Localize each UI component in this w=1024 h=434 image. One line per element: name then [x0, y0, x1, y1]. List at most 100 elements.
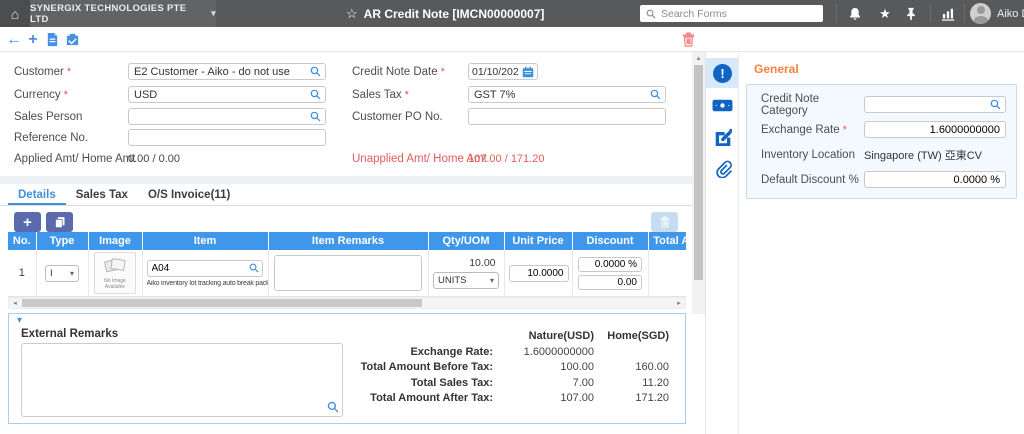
search-icon[interactable] [990, 99, 1001, 110]
sales-person-field[interactable] [129, 109, 310, 124]
vertical-scrollbar[interactable]: ▴ [692, 52, 705, 314]
search-icon[interactable] [249, 263, 259, 273]
favorite-star-icon[interactable]: ☆ [346, 6, 358, 22]
item-code-input[interactable] [146, 259, 263, 277]
star-icon: ★ [879, 5, 891, 21]
topbar-divider [930, 4, 931, 23]
inventory-location-row: Inventory Location Singapore (TW) 亞東CV [757, 146, 1006, 163]
totals-table: Nature(USD) Home(SGD) Exchange Rate: 1.6… [361, 330, 669, 404]
copy-icon [54, 216, 66, 228]
sales-tax-field[interactable] [469, 87, 650, 102]
table-row: 1 I ▾ No Image Available A04 Aiko invent… [8, 250, 686, 297]
scrollbar-thumb[interactable] [22, 299, 422, 307]
search-icon[interactable] [310, 66, 321, 77]
notifications-button[interactable] [842, 0, 868, 27]
total-sales-tax-label: Total Sales Tax: [410, 376, 493, 389]
user-name[interactable]: Aiko Da [997, 0, 1024, 27]
customer-po-input[interactable] [468, 108, 666, 125]
exchange-rate-row: Exchange Rate [757, 121, 1006, 138]
tab-details[interactable]: Details [8, 186, 66, 205]
strip-remarks-button[interactable] [706, 122, 739, 152]
unapplied-amt-value: 107.00 / 171.20 [468, 153, 545, 165]
scroll-right-arrow[interactable]: ▸ [673, 298, 685, 308]
nature-column-header: Nature(USD) [528, 330, 594, 342]
totals-spacer [361, 330, 499, 342]
search-forms-input[interactable]: Search Forms [640, 5, 823, 22]
save-button[interactable] [62, 30, 82, 49]
table-header-row: No. Type Image Item Item Remarks Qty/UOM… [8, 232, 686, 250]
scrollbar-thumb[interactable] [694, 65, 703, 280]
total-before-tax-label: Total Amount Before Tax: [360, 361, 493, 373]
customer-input[interactable] [128, 63, 326, 80]
currency-input[interactable] [128, 86, 326, 103]
credit-note-category-input[interactable] [864, 96, 1006, 113]
topbar-divider [964, 4, 965, 23]
external-remarks-textarea[interactable] [21, 343, 343, 417]
export-pdf-button[interactable] [42, 30, 62, 49]
reference-no-field[interactable] [129, 130, 325, 145]
tab-sales-tax[interactable]: Sales Tax [66, 186, 138, 205]
sales-person-input[interactable] [128, 108, 326, 125]
home-button[interactable]: ⌂ [0, 0, 30, 27]
scroll-left-arrow[interactable]: ◂ [9, 298, 21, 308]
tab-os-invoice[interactable]: O/S Invoice(11) [138, 186, 240, 205]
strip-attachments-button[interactable] [706, 154, 739, 184]
default-discount-input[interactable] [864, 171, 1006, 188]
exchange-rate-input[interactable] [864, 121, 1006, 138]
credit-note-date-label: Credit Note Date [352, 66, 445, 78]
pinned-button[interactable] [898, 0, 924, 27]
calendar-icon[interactable] [522, 66, 534, 78]
page-title: AR Credit Note [IMCN00000007] [363, 6, 545, 21]
line-items-table: No. Type Image Item Item Remarks Qty/UOM… [8, 232, 686, 297]
discount-pct-input[interactable] [578, 256, 642, 272]
exchange-rate-nature: 1.6000000000 [523, 345, 594, 358]
unit-price-input[interactable] [508, 264, 569, 282]
sales-tax-input[interactable] [468, 86, 666, 103]
delete-record-button[interactable] [678, 30, 698, 49]
bell-icon [848, 7, 862, 21]
exchange-rate-field[interactable] [865, 123, 1005, 136]
app-window: ⌂ SYNERGIX TECHNOLOGIES PTE LTD ▾ ☆ AR C… [0, 0, 1024, 434]
line-type-value: I [50, 267, 53, 279]
search-icon[interactable] [650, 89, 661, 100]
copy-line-button[interactable] [46, 212, 73, 232]
reference-no-input[interactable] [128, 129, 326, 146]
item-remarks-textarea[interactable] [274, 255, 422, 291]
customer-po-field[interactable] [469, 109, 665, 124]
currency-field[interactable] [129, 87, 310, 102]
reference-no-label: Reference No. [14, 132, 89, 144]
new-record-button[interactable]: + [23, 30, 43, 49]
table-horizontal-scrollbar[interactable]: ◂ ▸ [8, 297, 686, 309]
discount-amt-input[interactable] [578, 274, 642, 290]
exclamation-circle-icon: ! [713, 63, 732, 83]
item-code-field[interactable] [147, 262, 249, 274]
default-discount-field[interactable] [865, 173, 1005, 186]
search-icon[interactable] [310, 89, 321, 100]
search-icon[interactable] [310, 111, 321, 122]
strip-payment-button[interactable] [706, 90, 739, 120]
add-line-button[interactable]: + [14, 212, 41, 232]
dashboard-button[interactable] [936, 0, 962, 27]
company-selector[interactable]: SYNERGIX TECHNOLOGIES PTE LTD ▾ [30, 0, 216, 27]
pane-scrollbar-column: ▴ [692, 52, 705, 434]
collapse-caret-icon[interactable]: ▾ [17, 315, 22, 326]
strip-general-button[interactable]: ! [706, 58, 739, 88]
search-icon[interactable] [327, 401, 339, 413]
user-avatar[interactable] [970, 3, 991, 24]
credit-note-category-field[interactable] [865, 98, 990, 111]
delete-line-button[interactable] [651, 212, 678, 232]
customer-label: Customer [14, 66, 71, 78]
external-remarks-wrap [21, 343, 343, 417]
line-total-amt: 100.00 [653, 267, 687, 279]
credit-note-date-input[interactable] [468, 63, 538, 80]
customer-field[interactable] [129, 64, 310, 79]
favorites-button[interactable]: ★ [872, 0, 898, 27]
total-sales-tax-nature: 7.00 [572, 376, 594, 389]
applied-amt-value: 0.00 / 0.00 [128, 153, 180, 165]
scroll-up-arrow[interactable]: ▴ [692, 52, 705, 64]
back-button[interactable]: ← [4, 30, 24, 49]
col-discount: Discount [572, 232, 649, 250]
credit-note-date-field[interactable] [469, 64, 522, 79]
line-type-select[interactable]: I ▾ [45, 264, 79, 282]
uom-select[interactable]: UNITS ▾ [433, 272, 499, 289]
